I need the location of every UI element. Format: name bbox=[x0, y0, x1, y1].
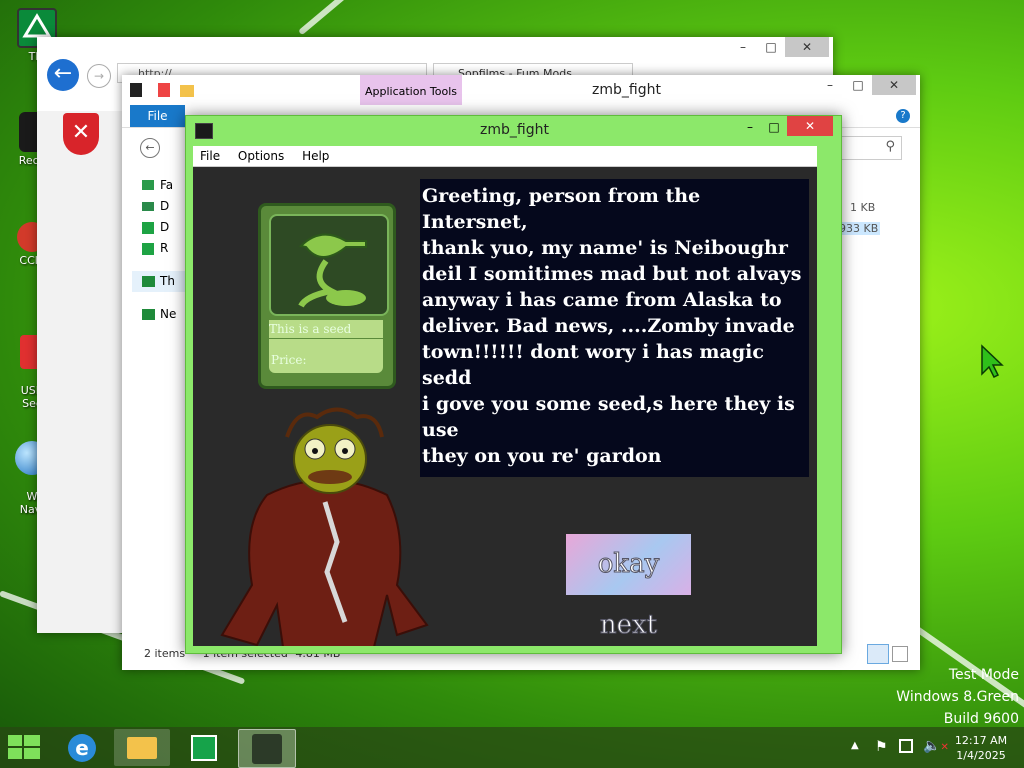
wallpaper-streak bbox=[298, 0, 410, 36]
nav-item-desktop[interactable]: D bbox=[132, 196, 192, 217]
game-title: zmb_fight bbox=[480, 122, 549, 138]
test-mode-watermark: Test Mode Windows 8.Green Build 9600 bbox=[896, 664, 1019, 730]
search-icon: ⚲ bbox=[885, 139, 895, 154]
star-icon bbox=[142, 180, 154, 190]
show-hidden-icons[interactable]: ▲ bbox=[851, 740, 859, 751]
file-size: 933 KB bbox=[837, 222, 881, 235]
properties-icon[interactable] bbox=[157, 83, 170, 97]
folder-icon[interactable] bbox=[179, 85, 194, 97]
plant-shooter-image bbox=[269, 214, 389, 316]
zombie-neighbor-image bbox=[220, 407, 429, 646]
folder-icon bbox=[127, 737, 157, 759]
action-center-flag-icon[interactable]: ⚑ bbox=[875, 739, 888, 755]
app-icon bbox=[130, 83, 142, 97]
minimize-button[interactable]: – bbox=[816, 75, 844, 95]
taskbar-internet-explorer[interactable]: e bbox=[54, 729, 110, 766]
maximize-button[interactable]: □ bbox=[844, 75, 872, 95]
nav-item-this-pc[interactable]: Th bbox=[132, 271, 192, 292]
ribbon-context-label: Application Tools bbox=[364, 85, 458, 98]
menu-help[interactable]: Help bbox=[295, 146, 336, 166]
okay-next-label: okay next bbox=[597, 549, 660, 641]
navigation-pane: Fa D D R Th Ne bbox=[132, 175, 192, 325]
maximize-button[interactable]: □ bbox=[757, 37, 785, 57]
nav-item-downloads[interactable]: D bbox=[132, 217, 192, 238]
volume-muted-icon[interactable]: 🔈✕ bbox=[923, 738, 949, 754]
explorer-title: zmb_fight bbox=[592, 82, 661, 98]
desktop-icon bbox=[142, 202, 154, 211]
security-warning-icon: ✕ bbox=[63, 113, 99, 155]
game-app-icon bbox=[195, 123, 213, 139]
clock-time: 12:17 AM bbox=[954, 734, 1008, 747]
close-button[interactable]: ✕ bbox=[785, 37, 829, 57]
menu-options[interactable]: Options bbox=[231, 146, 291, 166]
menu-file[interactable]: File bbox=[193, 146, 227, 166]
game-menu-bar: File Options Help bbox=[193, 146, 817, 167]
status-item-count: 2 items bbox=[144, 647, 186, 660]
neighbor-character bbox=[207, 407, 447, 646]
nav-item-favorites[interactable]: Fa bbox=[132, 175, 192, 196]
plant-icon bbox=[298, 233, 367, 308]
store-icon bbox=[191, 735, 217, 761]
ribbon-context-tab[interactable]: Application Tools bbox=[360, 75, 462, 105]
computer-icon bbox=[142, 276, 155, 287]
taskbar-store[interactable] bbox=[176, 729, 232, 766]
taskbar-zmb-fight[interactable] bbox=[238, 729, 296, 768]
watermark-line-2: Windows 8.Green bbox=[896, 689, 1019, 705]
seed-card[interactable]: This is a seed Price: bbox=[258, 203, 396, 389]
close-button[interactable]: ✕ bbox=[787, 116, 833, 136]
clock-date: 1/4/2025 bbox=[956, 749, 1006, 762]
help-icon[interactable]: ? bbox=[896, 109, 910, 123]
search-box[interactable]: ⚲ bbox=[836, 136, 902, 160]
internet-explorer-icon: e bbox=[68, 734, 96, 762]
nav-item-recent[interactable]: R bbox=[132, 238, 192, 259]
game-window[interactable]: zmb_fight – □ ✕ File Options Help This i… bbox=[185, 115, 842, 654]
file-size: 1 KB bbox=[850, 201, 876, 214]
seed-price-label: Price: bbox=[269, 339, 383, 373]
network-icon[interactable] bbox=[899, 739, 913, 753]
file-tab[interactable]: File bbox=[130, 105, 185, 127]
minimize-button[interactable]: – bbox=[729, 37, 757, 57]
start-button[interactable] bbox=[8, 735, 40, 761]
minimize-button[interactable]: – bbox=[738, 117, 762, 137]
windows-logo-icon bbox=[8, 735, 40, 759]
close-button[interactable]: ✕ bbox=[872, 75, 916, 95]
seed-description: This is a seed bbox=[269, 320, 383, 338]
recent-icon bbox=[142, 243, 154, 255]
nav-item-network[interactable]: Ne bbox=[132, 304, 192, 325]
maximize-button[interactable]: □ bbox=[762, 117, 786, 137]
story-dialog-text: Greeting, person from the Intersnet, tha… bbox=[420, 179, 809, 477]
taskbar-file-explorer[interactable] bbox=[114, 729, 170, 766]
network-icon bbox=[142, 309, 155, 320]
clock[interactable]: 12:17 AM 1/4/2025 bbox=[948, 733, 1014, 763]
downloads-icon bbox=[142, 222, 154, 234]
details-view-icon[interactable] bbox=[867, 644, 889, 664]
mouse-cursor bbox=[980, 344, 1004, 381]
game-title-bar[interactable]: zmb_fight – □ ✕ bbox=[186, 116, 841, 146]
back-button[interactable]: ← bbox=[47, 59, 79, 91]
taskbar: e ▲ ⚑ 🔈✕ 12:17 AM 1/4/2025 bbox=[0, 727, 1024, 768]
game-canvas[interactable]: This is a seed Price: Greeting, person f… bbox=[193, 167, 817, 646]
watermark-line-1: Test Mode bbox=[948, 667, 1019, 683]
file-tab-label: File bbox=[147, 109, 168, 123]
quick-access-icons bbox=[130, 83, 220, 99]
okay-next-button[interactable]: okay next bbox=[566, 534, 691, 641]
forward-button[interactable]: → bbox=[87, 64, 111, 88]
zmb-fight-app-icon bbox=[252, 734, 282, 764]
large-icons-view-icon[interactable] bbox=[892, 646, 908, 662]
back-button[interactable]: ← bbox=[140, 138, 160, 158]
